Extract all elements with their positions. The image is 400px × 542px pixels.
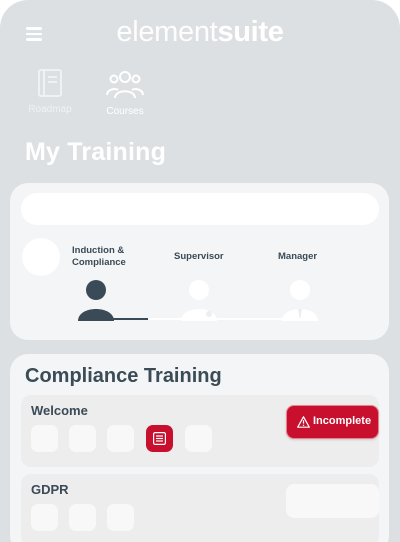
list-icon <box>153 432 166 445</box>
brand-logo-bold: suite <box>217 16 284 48</box>
module-chip[interactable] <box>107 504 134 531</box>
step-label-manager: Manager <box>278 251 318 262</box>
book-icon <box>38 69 62 97</box>
person-icon-supervisor[interactable] <box>179 279 223 323</box>
section-title: Compliance Training <box>25 365 222 387</box>
module-row-welcome[interactable]: Welcome Incomplete <box>21 395 379 467</box>
module-chip[interactable] <box>69 425 96 452</box>
nav-label-roadmap: Roadmap <box>28 104 72 115</box>
module-title: GDPR <box>31 482 69 497</box>
nav-item-courses[interactable]: Courses <box>90 68 160 117</box>
module-chip[interactable] <box>185 425 212 452</box>
brand-logo: elementsuite <box>0 16 400 49</box>
progress-track-complete <box>94 318 148 320</box>
status-placeholder <box>286 484 379 518</box>
nav-item-roadmap[interactable]: Roadmap <box>15 68 85 115</box>
warning-icon <box>297 416 310 428</box>
step-label-induction: Induction & Compliance <box>72 245 126 268</box>
app-screen: elementsuite Roadmap Courses My Training… <box>0 0 400 542</box>
module-chip[interactable] <box>31 504 58 531</box>
module-row-gdpr[interactable]: GDPR <box>21 474 379 542</box>
person-icon-induction[interactable] <box>76 279 120 323</box>
top-bar: elementsuite <box>0 0 400 64</box>
nav-label-courses: Courses <box>106 106 144 117</box>
page-title: My Training <box>25 138 167 166</box>
person-icon-manager[interactable] <box>280 279 324 323</box>
module-chip-active[interactable] <box>146 425 173 452</box>
training-progress-card: Induction & Compliance Supervisor Manage… <box>10 183 389 340</box>
progress-header-bar <box>21 193 379 225</box>
progress-track-remaining <box>148 318 304 320</box>
module-chip[interactable] <box>69 504 96 531</box>
compliance-training-card: Compliance Training Welcome Incomplete G… <box>10 354 389 542</box>
module-title: Welcome <box>31 403 88 418</box>
brand-logo-light: element <box>116 16 218 48</box>
module-chip[interactable] <box>107 425 134 452</box>
module-chip[interactable] <box>31 425 58 452</box>
incomplete-status-button[interactable]: Incomplete <box>286 405 379 439</box>
people-icon <box>106 71 144 99</box>
step-label-supervisor: Supervisor <box>174 251 224 262</box>
status-label: Incomplete <box>313 415 372 427</box>
avatar <box>22 238 60 276</box>
